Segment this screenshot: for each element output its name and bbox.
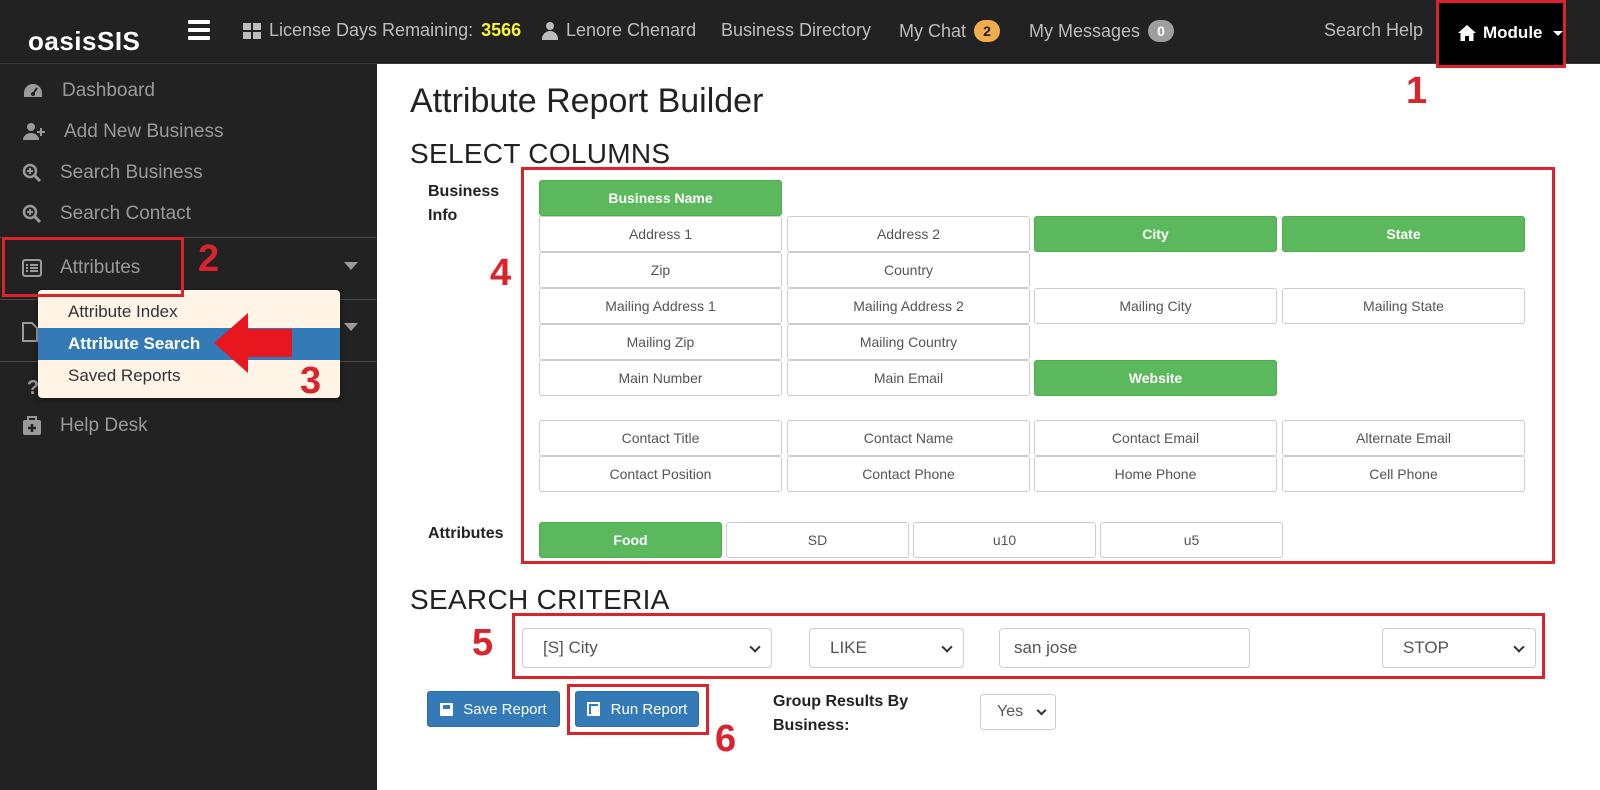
search-plus-icon [22, 163, 42, 183]
attribute-u5[interactable]: u5 [1100, 522, 1283, 558]
my-messages-link[interactable]: My Messages 0 [1029, 20, 1175, 42]
attributes-dropdown-menu: Attribute Index Attribute Search Saved R… [38, 290, 340, 398]
brand-logo[interactable]: oasisSIS [28, 26, 140, 57]
column-main-email[interactable]: Main Email [787, 360, 1030, 396]
column-mailing-address-1[interactable]: Mailing Address 1 [539, 288, 782, 324]
column-contact-email[interactable]: Contact Email [1034, 420, 1277, 456]
chevron-down-icon [1036, 705, 1047, 716]
chat-count-badge: 2 [974, 20, 1001, 42]
column-mailing-state[interactable]: Mailing State [1282, 288, 1525, 324]
column-contact-name[interactable]: Contact Name [787, 420, 1030, 456]
user-plus-icon [23, 123, 45, 140]
red-arrow-icon [214, 313, 292, 373]
attribute-u10[interactable]: u10 [913, 522, 1096, 558]
column-contact-phone[interactable]: Contact Phone [787, 456, 1030, 492]
column-business-name[interactable]: Business Name [539, 180, 782, 216]
save-icon [440, 702, 454, 716]
reports-caret-icon[interactable] [344, 323, 358, 331]
criteria-action-select[interactable]: STOP [1382, 628, 1536, 668]
column-mailing-country[interactable]: Mailing Country [787, 324, 1030, 360]
annotation-2: 2 [198, 238, 220, 280]
attributes-caret-icon[interactable] [344, 262, 358, 270]
module-dropdown-button[interactable]: Module [1457, 23, 1563, 43]
sidebar-item-add-new-business[interactable]: Add New Business [22, 121, 223, 143]
column-mailing-zip[interactable]: Mailing Zip [539, 324, 782, 360]
annotation-1: 1 [1406, 70, 1428, 112]
menu-item-attribute-search[interactable]: Attribute Search [38, 328, 340, 360]
column-address-1[interactable]: Address 1 [539, 216, 782, 252]
save-report-button[interactable]: Save Report [427, 691, 560, 727]
menu-toggle-icon[interactable] [188, 20, 210, 40]
column-home-phone[interactable]: Home Phone [1034, 456, 1277, 492]
criteria-operator-select[interactable]: LIKE [809, 628, 964, 668]
sidebar-item-search-contact[interactable]: Search Contact [22, 203, 191, 225]
sidebar-item-help-desk[interactable]: Help Desk [22, 415, 148, 437]
column-main-number[interactable]: Main Number [539, 360, 782, 396]
menu-item-attribute-index[interactable]: Attribute Index [38, 296, 340, 328]
column-contact-title[interactable]: Contact Title [539, 420, 782, 456]
dashboard-icon [24, 84, 42, 97]
attributes-label: Attributes [428, 525, 504, 542]
chevron-down-icon [1513, 641, 1525, 653]
business-info-label: Business Info [428, 183, 500, 224]
column-mailing-address-2[interactable]: Mailing Address 2 [787, 288, 1030, 324]
group-results-label: Group Results By Business: [773, 693, 909, 734]
search-criteria-heading: SEARCH CRITERIA [410, 584, 670, 615]
column-website[interactable]: Website [1034, 360, 1277, 396]
column-address-2[interactable]: Address 2 [787, 216, 1030, 252]
select-columns-heading: SELECT COLUMNS [410, 138, 671, 169]
column-country[interactable]: Country [787, 252, 1030, 288]
sidebar-item-search-business[interactable]: Search Business [22, 162, 203, 184]
my-chat-link[interactable]: My Chat 2 [899, 20, 1001, 42]
user-menu[interactable]: Lenore Chenard [542, 20, 696, 41]
column-mailing-city[interactable]: Mailing City [1034, 288, 1277, 324]
group-results-select[interactable]: Yes [980, 694, 1056, 730]
copy-icon [586, 702, 601, 716]
attribute-food[interactable]: Food [539, 522, 722, 558]
business-directory-link[interactable]: Business Directory [721, 20, 871, 41]
page-title: Attribute Report Builder [410, 82, 764, 120]
chevron-down-icon [749, 641, 761, 653]
annotation-3: 3 [300, 360, 322, 402]
column-contact-position[interactable]: Contact Position [539, 456, 782, 492]
annotation-5: 5 [472, 622, 494, 664]
messages-count-badge: 0 [1148, 20, 1175, 42]
column-alternate-email[interactable]: Alternate Email [1282, 420, 1525, 456]
column-city[interactable]: City [1034, 216, 1277, 252]
module-annotation-box: Module [1436, 0, 1566, 68]
chevron-down-icon [941, 641, 953, 653]
criteria-value-input[interactable]: san jose [999, 628, 1250, 668]
top-navbar: oasisSIS License Days Remaining: 3566 Le… [0, 0, 1600, 64]
caret-down-icon [1552, 30, 1563, 36]
grid-icon [243, 22, 261, 39]
user-icon [542, 21, 558, 40]
attribute-sd[interactable]: SD [726, 522, 909, 558]
license-days: License Days Remaining: 3566 [243, 20, 521, 41]
menu-item-saved-reports[interactable]: Saved Reports [38, 360, 340, 392]
sidebar: Dashboard Add New Business Search Busine… [0, 64, 377, 790]
annotation-box-2 [2, 237, 184, 297]
search-help-link[interactable]: Search Help [1324, 20, 1423, 41]
license-days-value: 3566 [481, 20, 522, 40]
annotation-6: 6 [715, 718, 737, 760]
column-zip[interactable]: Zip [539, 252, 782, 288]
column-cell-phone[interactable]: Cell Phone [1282, 456, 1525, 492]
search-plus-icon [22, 204, 42, 224]
run-report-button[interactable]: Run Report [575, 691, 699, 727]
criteria-field-select[interactable]: [S] City [522, 628, 772, 668]
medkit-icon [23, 416, 41, 435]
file-icon [22, 322, 38, 342]
column-state[interactable]: State [1282, 216, 1525, 252]
sidebar-item-reports[interactable] [22, 322, 38, 342]
sidebar-item-dashboard[interactable]: Dashboard [22, 80, 155, 102]
home-icon [1458, 25, 1476, 41]
annotation-4: 4 [490, 252, 512, 294]
